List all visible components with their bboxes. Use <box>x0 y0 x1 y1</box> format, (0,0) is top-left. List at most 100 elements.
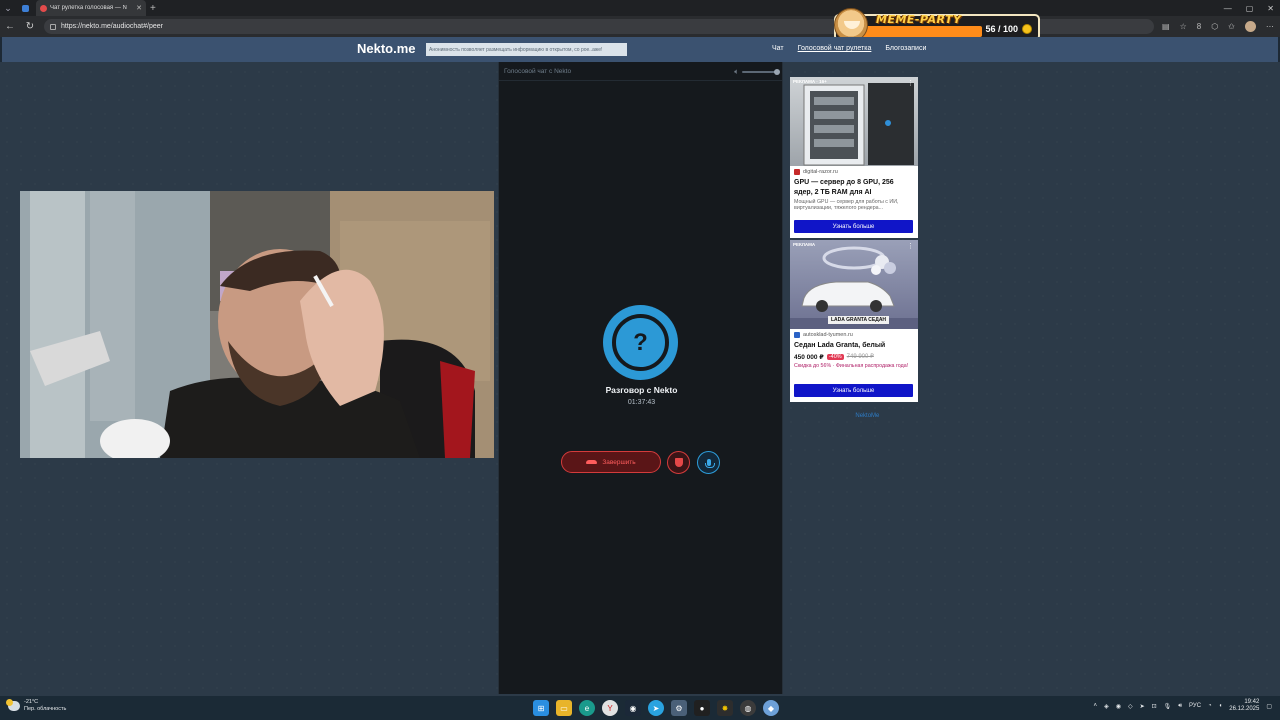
learn-more-button[interactable]: Узнать больше <box>794 220 913 233</box>
url-text: https://nekto.me/audiochat#/peer <box>61 23 163 30</box>
extensions-icon[interactable]: ⬡ <box>1211 22 1218 31</box>
toolbar-actions: ▤ ☆ 8 ⬡ ✩ ⋯ <box>1162 21 1274 32</box>
bookmark-star-icon[interactable]: ☆ <box>1180 22 1187 31</box>
ad-label: РЕКЛАМА · 16+ <box>793 79 827 84</box>
microphone-button[interactable] <box>697 451 720 474</box>
ad-discount-badge: -40% <box>826 353 844 360</box>
conversation-title: Разговор с Nekto <box>605 385 678 395</box>
reload-icon[interactable]: ↻ <box>24 21 36 32</box>
ad-options-icon[interactable]: ⋮ <box>907 79 914 87</box>
copyright-text: © 2011–2025 <box>818 413 854 419</box>
close-tab-icon[interactable]: ✕ <box>136 4 142 12</box>
browser-tab-pinned[interactable] <box>18 0 34 16</box>
tray-speaker-icon[interactable]: ◖ <box>1219 703 1223 709</box>
tray-overflow-chevron-icon[interactable]: ˄ <box>1094 703 1098 709</box>
tray-app-icon[interactable]: ◇ <box>1128 703 1133 710</box>
ad-label: РЕКЛАМА <box>793 242 816 247</box>
learn-more-button[interactable]: Узнать больше <box>794 384 913 397</box>
voice-chat-panel: Голосовой чат с Nekto 🔈︎ ? Разговор с Ne… <box>498 62 783 694</box>
tab-favicon-icon <box>22 4 29 12</box>
conversation-timer: 01:37:43 <box>627 399 656 406</box>
menu-item-blog[interactable]: Блогозаписи <box>885 45 926 52</box>
yandex-browser-icon[interactable]: Y <box>602 700 618 716</box>
browser-tab-active[interactable]: Чат рулетка голосовая — N ✕ <box>36 0 146 16</box>
end-call-button[interactable]: Завершить <box>561 451 661 473</box>
volume-slider-knob[interactable] <box>774 69 780 75</box>
question-mark-icon: ? <box>612 314 669 371</box>
tray-app-icon[interactable]: ◈ <box>1104 703 1109 710</box>
menu-item-voice-chat[interactable]: Голосовой чат рулетка <box>798 45 872 52</box>
browser-tab-strip: ⌄ Чат рулетка голосовая — N ✕ + — ▢ ✕ <box>0 0 1280 16</box>
ad-gpu-server[interactable]: РЕКЛАМА · 16+ ⋮ digital-razor.ru GPU — с… <box>790 77 918 238</box>
tab-list-chevron-icon[interactable]: ⌄ <box>0 0 16 16</box>
telegram-icon[interactable]: ➤ <box>648 700 664 716</box>
browser-toolbar: ← ↻ https://nekto.me/audiochat#/peer ▤ ☆… <box>0 16 1280 37</box>
chat-panel-header: Голосовой чат с Nekto 🔈︎ <box>499 62 782 81</box>
ad-image[interactable]: РЕКЛАМА ⋮ LADA GRANTA СЕДАН <box>790 240 918 329</box>
ad-promo-text: Скидка до 56% · Финальная распродажа год… <box>794 362 909 369</box>
site-logo[interactable]: Nekto.me <box>357 41 416 56</box>
file-explorer-icon[interactable]: ▭ <box>556 700 572 716</box>
volume-slider[interactable] <box>742 69 780 75</box>
minimize-icon[interactable]: — <box>1224 4 1232 13</box>
clock[interactable]: 19:42 26.12.2025 <box>1229 699 1259 713</box>
reader-mode-icon[interactable]: ▤ <box>1162 22 1170 31</box>
extension-badge[interactable]: 8 <box>1197 22 1201 31</box>
favorites-icon[interactable]: ✩ <box>1228 22 1235 31</box>
clock-time: 19:42 <box>1244 699 1260 705</box>
site-info-icon[interactable] <box>50 23 56 30</box>
close-window-icon[interactable]: ✕ <box>1267 4 1274 13</box>
footer-copyright: © 2011–2025 NektoMe <box>818 413 879 419</box>
chrome-icon[interactable]: ◍ <box>740 700 756 716</box>
page: Nekto.me Анонимность позволяет размещать… <box>0 37 1280 696</box>
window-controls: — ▢ ✕ <box>1224 0 1274 16</box>
obs-icon[interactable]: ● <box>694 700 710 716</box>
new-tab-icon[interactable]: + <box>150 3 156 14</box>
shield-icon <box>674 458 683 467</box>
back-arrow-icon[interactable]: ← <box>4 21 16 32</box>
ad-lada-granta[interactable]: РЕКЛАМА ⋮ LADA GRANTA СЕДАН autosklad-ty… <box>790 240 918 402</box>
browser-menu-icon[interactable]: ⋯ <box>1266 22 1274 31</box>
speaker-icon[interactable]: 🔈︎ <box>734 67 739 77</box>
tray-microphone-icon[interactable]: 🎙︎ <box>1164 703 1172 710</box>
ad-title[interactable]: GPU — сервер до 8 GPU, 256 ядер, 2 ТБ RA… <box>790 176 918 197</box>
meme-progress-bar <box>854 26 982 37</box>
ad-source-domain: digital-razor.ru <box>803 169 838 175</box>
server-case-image <box>803 83 914 166</box>
edge-icon[interactable]: e <box>579 700 595 716</box>
ad-source: digital-razor.ru <box>790 166 918 176</box>
start-icon[interactable]: ⊞ <box>533 700 549 716</box>
ad-image[interactable]: РЕКЛАМА · 16+ ⋮ <box>790 77 918 166</box>
tray-volume-icon[interactable]: 🔊︎ <box>1178 703 1182 710</box>
tab-favicon-icon <box>40 4 47 12</box>
ad-source-domain: autosklad-tyumen.ru <box>803 332 853 338</box>
weather-widget[interactable]: -21°C Пер. облачность <box>6 699 67 713</box>
settings-gear-icon[interactable]: ⚙ <box>671 700 687 716</box>
webcam-overlay <box>20 191 494 458</box>
report-button[interactable] <box>667 451 690 474</box>
app-drop-icon[interactable]: ◆ <box>763 700 779 716</box>
weather-condition: Пер. облачность <box>24 706 67 712</box>
input-language[interactable]: РУС <box>1189 703 1201 709</box>
ad-price-old: 749 900 ₽ <box>846 354 874 360</box>
notifications-icon[interactable]: ▢ <box>1266 703 1272 710</box>
peer-avatar: ? <box>603 305 678 380</box>
menu-item-chat[interactable]: Чат <box>772 45 784 52</box>
end-call-label: Завершить <box>602 458 636 466</box>
volume-control[interactable]: 🔈︎ <box>734 67 780 77</box>
site-menu: Чат Голосовой чат рулетка Блогозаписи <box>772 45 926 52</box>
ad-source-favicon-icon <box>794 169 800 175</box>
tray-wifi-icon[interactable]: ◔ <box>1208 703 1212 709</box>
tray-app-icon[interactable]: ⊡ <box>1152 703 1157 710</box>
profile-avatar[interactable] <box>1244 21 1256 32</box>
maximize-icon[interactable]: ▢ <box>1246 4 1254 13</box>
webcam-image <box>20 191 494 458</box>
ad-title[interactable]: Седан Lada Granta, белый <box>790 339 918 351</box>
footer-link[interactable]: NektoMe <box>855 413 879 419</box>
tray-steam-icon[interactable]: ◉ <box>1116 703 1121 710</box>
steam-icon[interactable]: ◉ <box>625 700 641 716</box>
starburst-app-icon[interactable]: ✸ <box>717 700 733 716</box>
tray-telegram-icon[interactable]: ➤ <box>1140 703 1145 710</box>
ad-description: Мощный GPU — сервер для работы с ИИ, вир… <box>794 199 899 212</box>
ad-options-icon[interactable]: ⋮ <box>907 242 914 250</box>
